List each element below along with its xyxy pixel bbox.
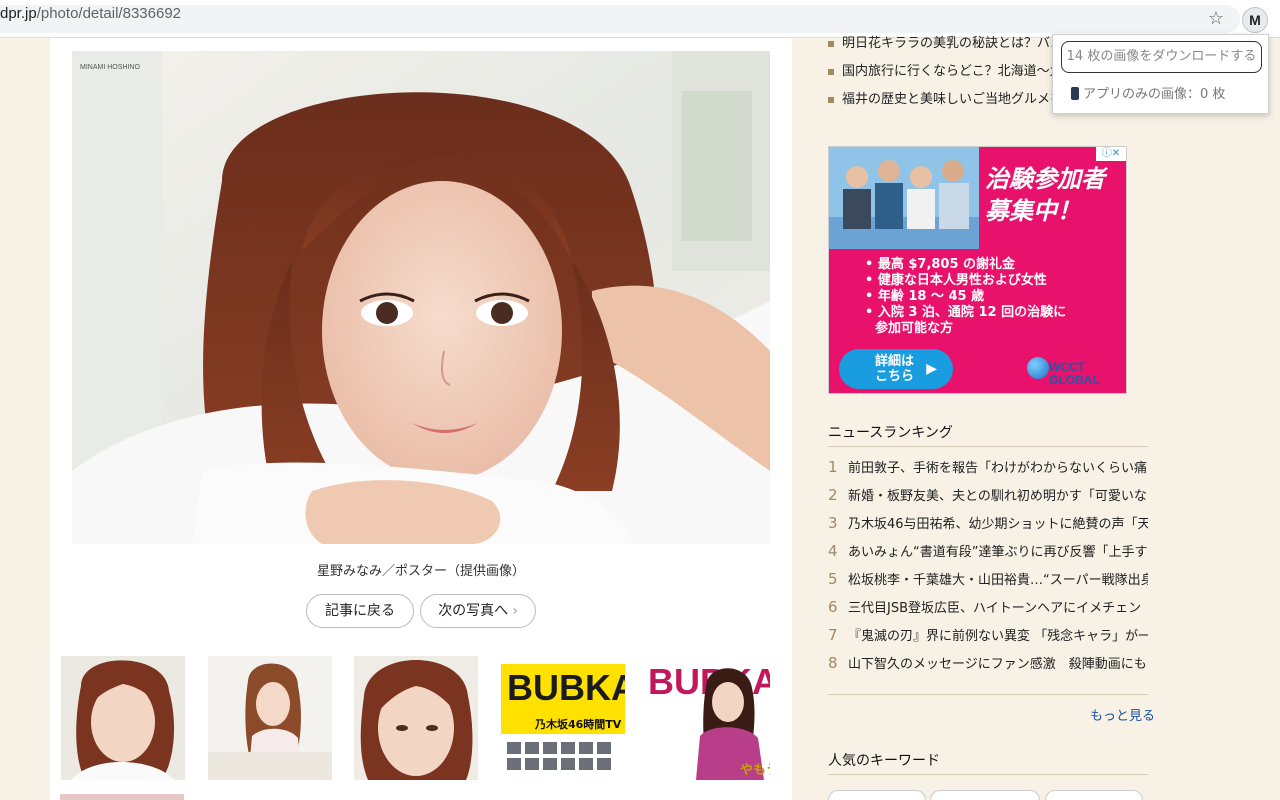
adchoices-icon[interactable]: ⓘ✕ bbox=[1096, 147, 1126, 161]
ad-bullet: • 最高 $7,805 の謝礼金 bbox=[865, 257, 1016, 272]
ranking-item[interactable]: 2 新婚・板野友美、夫との馴れ初め明かす「可愛いなって」 bbox=[828, 485, 1148, 504]
url-domain: dpr.jp bbox=[0, 5, 37, 22]
extension-popup: 14 枚の画像をダウンロードする アプリのみの画像：0 枚 bbox=[1052, 34, 1269, 114]
ad-headline-line-2: 募集中！ bbox=[985, 197, 1081, 225]
ad-bullet: 参加可能な方 bbox=[875, 321, 954, 336]
ad-cta-line-2: こちら bbox=[875, 369, 915, 384]
address-bar[interactable] bbox=[0, 5, 1240, 33]
back-to-article-button[interactable]: 記事に戻る bbox=[306, 594, 414, 628]
bullet-icon bbox=[828, 68, 834, 75]
photo-caption: 星野みなみ／ポスター（提供画像） bbox=[316, 564, 525, 579]
bullet-icon bbox=[828, 40, 834, 47]
ad-photo bbox=[829, 147, 979, 249]
ad-cta-line-1: 詳細は bbox=[875, 354, 915, 369]
rank-number: 7 bbox=[828, 626, 838, 644]
ad-bullets: • 最高 $7,805 の謝礼金 • 健康な日本人男性および女性 • 年齢 18… bbox=[865, 257, 1066, 337]
rank-text: 乃木坂46与田祐希、幼少期ショットに絶賛の声「天使… bbox=[848, 517, 1148, 532]
divider bbox=[828, 446, 1148, 447]
portrait-image: MINAMI HOSHINO bbox=[72, 51, 770, 544]
keyword-chip[interactable] bbox=[930, 790, 1040, 800]
rank-number: 5 bbox=[828, 570, 838, 588]
browser-toolbar: dpr.jp/photo/detail/8336692 ☆ M bbox=[0, 0, 1280, 38]
back-button-label: 記事に戻る bbox=[325, 603, 395, 619]
rank-number: 6 bbox=[828, 598, 838, 616]
ad-logo: WCCT GLOBAL bbox=[1027, 357, 1119, 387]
thumbnail-2[interactable] bbox=[208, 656, 332, 780]
phone-icon bbox=[1071, 87, 1079, 100]
thumbnail-4-magazine[interactable]: BUBKA 乃木坂46時間TV bbox=[501, 656, 625, 780]
thumbnail-6-partial[interactable] bbox=[60, 794, 184, 800]
thumbnail-1[interactable] bbox=[61, 656, 185, 780]
magazine-headline: 乃木坂46時間TV bbox=[534, 717, 622, 731]
divider bbox=[828, 774, 1148, 775]
sidebar-link-1[interactable]: 明日花キララの美乳の秘訣とは？バス bbox=[828, 32, 1068, 51]
keyword-chip[interactable] bbox=[1045, 790, 1143, 800]
ad-details-button[interactable]: 詳細は こちら ▶ bbox=[839, 349, 953, 389]
url-text[interactable]: dpr.jp/photo/detail/8336692 bbox=[0, 5, 181, 22]
thumbnail-image bbox=[354, 656, 478, 780]
rank-text: 新婚・板野友美、夫との馴れ初め明かす「可愛いなって」 bbox=[848, 489, 1148, 504]
ranking-item[interactable]: 6 三代目JSB登坂広臣、ハイトーンヘアにイメチェン「最… bbox=[828, 597, 1148, 616]
divider bbox=[828, 694, 1148, 695]
next-photo-button[interactable]: 次の写真へ › bbox=[420, 594, 536, 628]
bookmark-star-icon[interactable]: ☆ bbox=[1206, 9, 1226, 29]
ranking-item[interactable]: 7 『鬼滅の刃』界に前例ない異変 「残念キャラ」が一番… bbox=[828, 625, 1148, 644]
magazine-cover-name: やもう bbox=[740, 763, 770, 778]
magazine-brand: BUBKA bbox=[507, 667, 625, 708]
more-link[interactable]: もっと見る bbox=[1090, 705, 1155, 724]
ad-headline: 治験参加者 募集中！ bbox=[985, 163, 1125, 227]
next-button-label: 次の写真へ bbox=[438, 603, 509, 619]
ad-bullet: • 入院 3 泊、通院 12 回の治験に bbox=[865, 305, 1067, 320]
magazine-cover-image: BUBKA やもう bbox=[648, 656, 770, 780]
sidebar-link-2[interactable]: 国内旅行に行くならどこ？北海道〜九州 bbox=[828, 60, 1068, 79]
bullet-icon bbox=[828, 96, 834, 103]
rank-number: 1 bbox=[828, 458, 838, 476]
rank-text: あいみょん“書道有段”達筆ぶりに再び反響「上手す… bbox=[848, 545, 1148, 560]
sidebar-link-3[interactable]: 福井の歴史と美味しいご当地グルメを堪 bbox=[828, 88, 1068, 107]
rank-text: 松坂桃李・千葉雄大・山田裕貴…“スーパー戦隊出身… bbox=[848, 573, 1148, 588]
magazine-cover-image: BUBKA 乃木坂46時間TV bbox=[501, 656, 625, 780]
ad-banner[interactable]: ⓘ✕ 治験参加者 募集中！ • 最高 $7,805 の謝礼金 • 健康な日本人男… bbox=[828, 146, 1127, 394]
download-images-button[interactable]: 14 枚の画像をダウンロードする bbox=[1061, 41, 1262, 73]
sidebar-link-text: 福井の歴史と美味しいご当地グルメを堪 bbox=[842, 92, 1068, 107]
ranking-item[interactable]: 3 乃木坂46与田祐希、幼少期ショットに絶賛の声「天使… bbox=[828, 513, 1148, 532]
app-only-label: アプリのみの画像：0 枚 bbox=[1083, 87, 1226, 102]
rank-number: 8 bbox=[828, 654, 838, 672]
thumbnail-3[interactable] bbox=[354, 656, 478, 780]
keywords-title: 人気のキーワード bbox=[828, 753, 940, 769]
ad-headline-line-1: 治験参加者 bbox=[985, 165, 1105, 193]
rank-text: 三代目JSB登坂広臣、ハイトーンヘアにイメチェン「最… bbox=[848, 601, 1148, 616]
ranking-item[interactable]: 4 あいみょん“書道有段”達筆ぶりに再び反響「上手す… bbox=[828, 541, 1148, 560]
thumbnail-image bbox=[61, 656, 185, 780]
thumbnail-image bbox=[208, 656, 332, 780]
keyword-chip[interactable] bbox=[828, 790, 926, 800]
hero-overlay-text: MINAMI HOSHINO bbox=[80, 64, 140, 71]
rank-text: 前田敦子、手術を報告「わけがわからないくらい痛か… bbox=[848, 461, 1148, 476]
ranking-item[interactable]: 1 前田敦子、手術を報告「わけがわからないくらい痛か… bbox=[828, 457, 1148, 476]
rank-text: 『鬼滅の刃』界に前例ない異変 「残念キャラ」が一番… bbox=[848, 629, 1148, 644]
ad-bullet: • 年齢 18 〜 45 歳 bbox=[865, 289, 985, 304]
extension-icon[interactable]: M bbox=[1242, 7, 1268, 33]
ad-bullet: • 健康な日本人男性および女性 bbox=[865, 273, 1047, 288]
app-only-info: アプリのみの画像：0 枚 bbox=[1071, 83, 1225, 102]
ranking-item[interactable]: 5 松坂桃李・千葉雄大・山田裕貴…“スーパー戦隊出身… bbox=[828, 569, 1148, 588]
chevron-right-icon: › bbox=[512, 603, 518, 619]
rank-number: 2 bbox=[828, 486, 838, 504]
ranking-item[interactable]: 8 山下智久のメッセージにファン感激 殺陣動画にも「… bbox=[828, 653, 1148, 672]
rank-number: 4 bbox=[828, 542, 838, 560]
rank-text: 山下智久のメッセージにファン感激 殺陣動画にも「… bbox=[848, 657, 1148, 672]
ranking-title: ニュースランキング bbox=[828, 425, 953, 441]
sidebar-link-text: 国内旅行に行くならどこ？北海道〜九州 bbox=[842, 64, 1068, 79]
sidebar-link-text: 明日花キララの美乳の秘訣とは？バス bbox=[842, 36, 1064, 51]
thumbnail-5-magazine[interactable]: BUBKA やもう bbox=[648, 656, 770, 780]
rank-number: 3 bbox=[828, 514, 838, 532]
ad-logo-line-2: GLOBAL bbox=[1049, 373, 1100, 387]
url-path: /photo/detail/8336692 bbox=[36, 5, 181, 22]
globe-icon bbox=[1027, 357, 1049, 379]
play-arrow-icon: ▶ bbox=[926, 361, 937, 377]
hero-photo[interactable]: MINAMI HOSHINO bbox=[72, 51, 770, 544]
